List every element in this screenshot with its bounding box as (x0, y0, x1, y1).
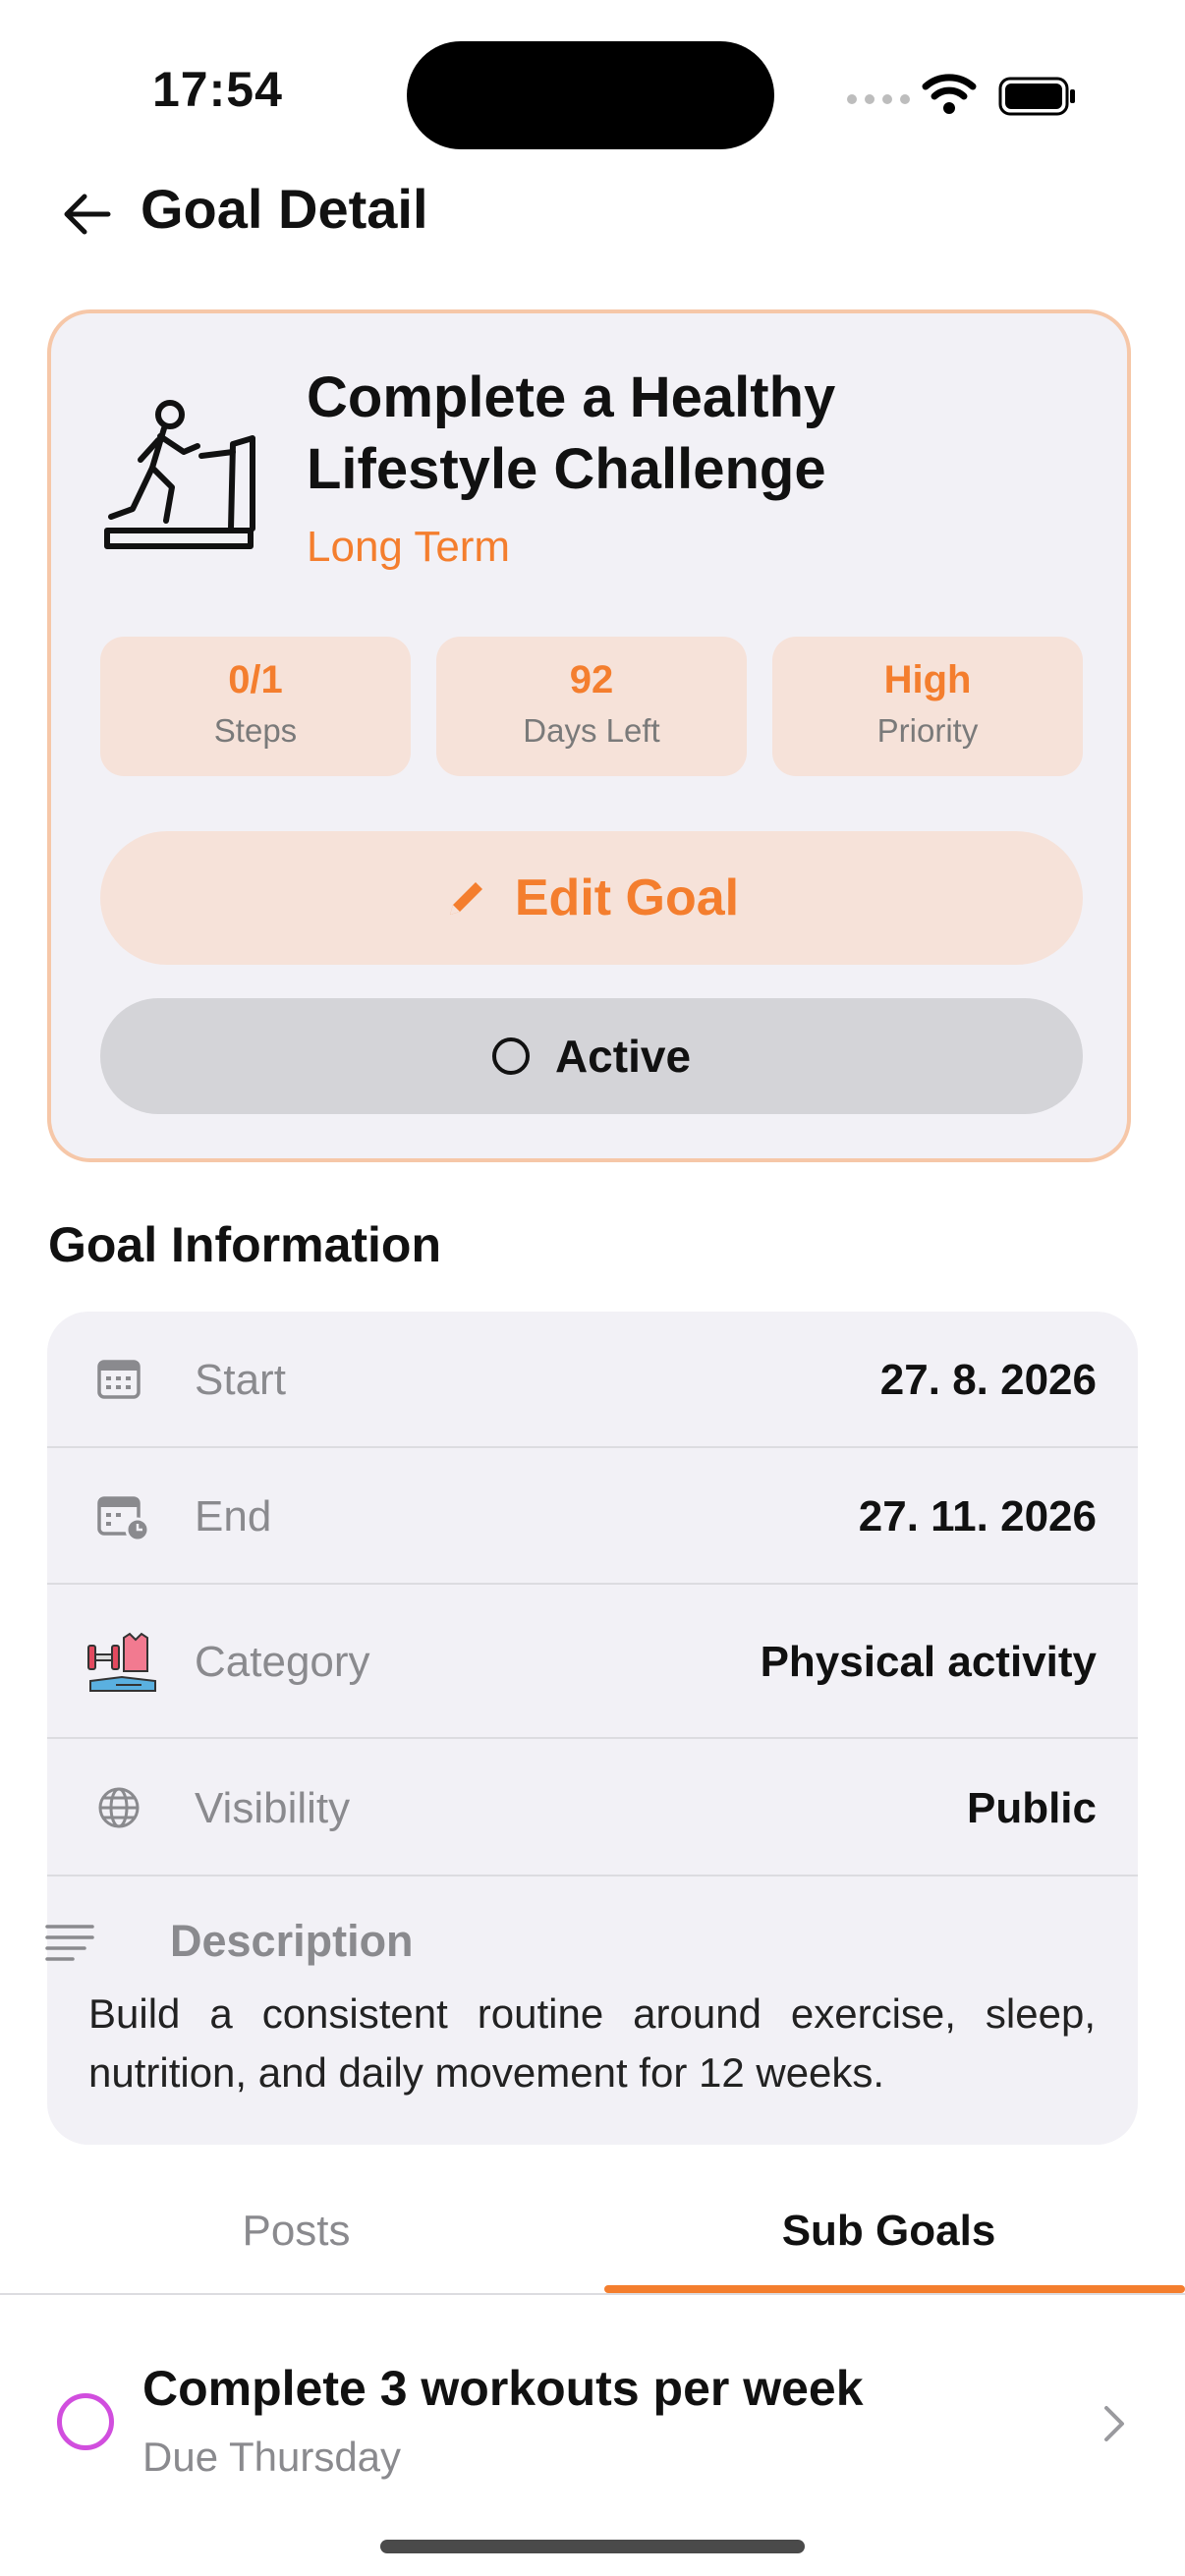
battery-icon (998, 77, 1075, 116)
info-row-visibility: Visibility Public (47, 1739, 1138, 1876)
stat-steps: 0/1 Steps (100, 637, 411, 776)
chevron-right-icon[interactable] (1100, 2404, 1128, 2443)
info-row-end: End 27. 11. 2026 (47, 1448, 1138, 1585)
calendar-icon (97, 1360, 141, 1399)
info-row-category: Category Physical activity (47, 1585, 1138, 1739)
edit-goal-button[interactable]: Edit Goal (100, 831, 1083, 965)
info-value: Public (966, 1784, 1097, 1832)
info-label: Start (195, 1356, 286, 1404)
subgoal-status-circle-icon[interactable] (57, 2393, 114, 2450)
subgoal-title[interactable]: Complete 3 workouts per week (142, 2360, 864, 2417)
tab-sub-goals[interactable]: Sub Goals (592, 2207, 1185, 2256)
status-circle-icon (491, 1037, 530, 1075)
description-label: Description (170, 1916, 414, 1966)
text-align-left-icon (45, 1925, 94, 1961)
info-label: End (195, 1492, 272, 1540)
fitness-category-icon (87, 1632, 156, 1692)
stat-value: 92 (569, 658, 614, 701)
stat-label: Steps (213, 712, 298, 749)
globe-icon (98, 1787, 140, 1828)
stat-priority: High Priority (772, 637, 1083, 776)
tab-posts[interactable]: Posts (0, 2207, 592, 2256)
stat-label: Priority (876, 712, 979, 749)
goal-status-label: Active (554, 1031, 692, 1082)
info-value: 27. 8. 2026 (879, 1356, 1097, 1404)
cellular-signal-icon (847, 94, 910, 104)
edit-goal-label: Edit Goal (514, 869, 740, 926)
info-value: 27. 11. 2026 (858, 1492, 1097, 1540)
treadmill-runner-icon (104, 400, 255, 549)
subgoal-due: Due Thursday (142, 2434, 402, 2480)
info-value: Physical activity (760, 1638, 1097, 1686)
active-tab-indicator (604, 2285, 1185, 2293)
calendar-clock-icon (97, 1496, 150, 1541)
dynamic-island (407, 41, 774, 149)
goal-title: Complete a Healthy Lifestyle Challenge (307, 365, 836, 501)
home-indicator (380, 2540, 805, 2553)
page-title: Goal Detail (141, 178, 428, 240)
status-time: 17:54 (152, 62, 283, 117)
description-text: Build a consistent routine around exerci… (88, 1990, 1096, 2096)
stat-days-left: 92 Days Left (436, 637, 747, 776)
goal-information-heading: Goal Information (48, 1217, 441, 1272)
stat-value: 0/1 (228, 658, 283, 701)
info-label: Category (195, 1638, 370, 1686)
wifi-icon (922, 74, 977, 114)
info-row-start: Start 27. 8. 2026 (47, 1312, 1138, 1448)
goal-term: Long Term (307, 523, 511, 571)
tabs-divider (0, 2293, 1185, 2295)
stat-label: Days Left (523, 712, 660, 749)
back-arrow-icon[interactable] (59, 187, 114, 242)
info-label: Visibility (195, 1784, 351, 1832)
stat-value: High (883, 658, 972, 701)
goal-status-button[interactable]: Active (100, 998, 1083, 1114)
pencil-icon (449, 882, 482, 915)
